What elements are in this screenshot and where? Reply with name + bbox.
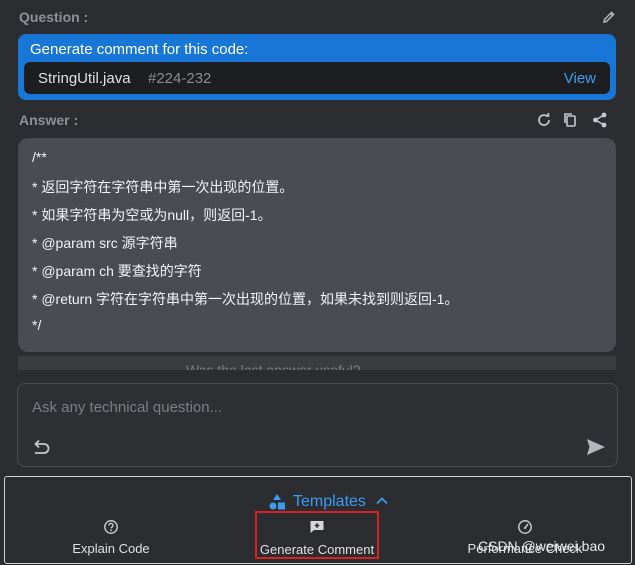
edit-icon[interactable] xyxy=(601,9,617,25)
generate-comment-label: Generate Comment xyxy=(259,542,375,557)
answer-line: * @param src 源字符串 xyxy=(32,235,178,251)
code-line-range: #224-232 xyxy=(148,70,212,87)
question-label: Question : xyxy=(19,9,89,25)
templates-label: Templates xyxy=(293,493,366,510)
question-title: Generate comment for this code: xyxy=(30,41,249,58)
feedback-bar: Was the last answer useful? xyxy=(18,356,616,370)
comment-plus-icon xyxy=(310,521,324,533)
answer-line: * @return 字符在字符串中第一次出现的位置，如果未找到则返回-1。 xyxy=(32,291,459,307)
view-code-link[interactable]: View xyxy=(564,70,596,87)
refresh-icon[interactable] xyxy=(535,111,553,129)
send-icon[interactable] xyxy=(585,436,607,458)
copy-icon[interactable] xyxy=(561,111,579,129)
watermark: CSDN @weiwei.bao xyxy=(478,538,606,554)
answer-line: /** xyxy=(32,149,47,165)
answer-line: * 如果字符串为空或为null，则返回-1。 xyxy=(32,207,272,223)
code-reference: StringUtil.java #224-232 View xyxy=(24,62,610,94)
answer-line: */ xyxy=(32,317,42,333)
feedback-text: Was the last answer useful? xyxy=(186,362,361,370)
generate-comment-button[interactable]: Generate Comment xyxy=(255,511,379,559)
answer-line: * 返回字符在字符串中第一次出现的位置。 xyxy=(32,179,294,195)
chevron-up-icon xyxy=(376,497,388,505)
question-input[interactable] xyxy=(30,396,594,418)
code-file-name: StringUtil.java xyxy=(38,70,131,87)
answer-line: * @param ch 要查找的字符 xyxy=(32,263,202,279)
undo-icon[interactable] xyxy=(30,436,52,458)
shapes-icon xyxy=(269,494,285,510)
answer-label: Answer : xyxy=(19,112,79,128)
share-icon[interactable] xyxy=(591,111,609,129)
question-input-box xyxy=(17,383,618,467)
answer-header: Answer : xyxy=(19,111,617,133)
explain-code-label: Explain Code xyxy=(72,541,150,556)
gauge-icon xyxy=(518,520,532,534)
question-box: Generate comment for this code: StringUt… xyxy=(18,34,616,100)
answer-box: /** * 返回字符在字符串中第一次出现的位置。 * 如果字符串为空或为null… xyxy=(18,138,616,352)
question-icon xyxy=(104,520,118,534)
question-header: Question : xyxy=(19,8,617,28)
explain-code-button[interactable]: Explain Code xyxy=(46,517,176,557)
